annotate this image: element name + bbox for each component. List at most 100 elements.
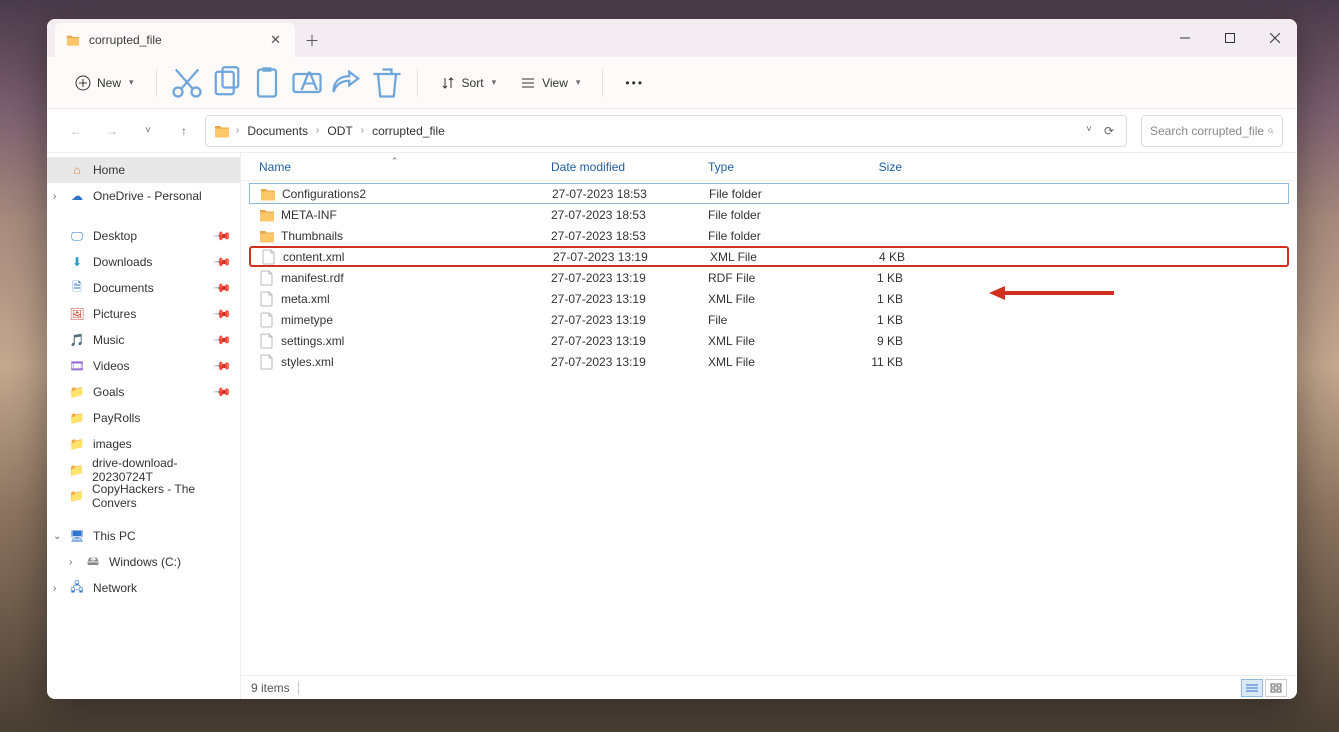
file-row[interactable]: Thumbnails 27-07-2023 18:53 File folder bbox=[249, 225, 1289, 246]
cell-name: META-INF bbox=[249, 207, 541, 223]
explorer-window: corrupted_file ✕ ＋ New ▾ A Sort ▾ bbox=[47, 19, 1297, 699]
sidebar-label: Desktop bbox=[93, 229, 137, 243]
recent-dropdown[interactable]: ˅ bbox=[133, 116, 163, 146]
address-dropdown[interactable]: ˅ bbox=[1082, 120, 1096, 142]
sidebar-label: Windows (C:) bbox=[109, 555, 181, 569]
sidebar-item-music[interactable]: 🎵Music📌 bbox=[47, 327, 240, 353]
share-icon bbox=[329, 65, 365, 101]
pin-icon: 📌 bbox=[212, 226, 232, 246]
column-type[interactable]: Type bbox=[698, 160, 828, 174]
minimize-button[interactable] bbox=[1162, 19, 1207, 57]
breadcrumb-item[interactable]: ODT bbox=[325, 122, 354, 140]
tab-close-button[interactable]: ✕ bbox=[266, 30, 285, 50]
sidebar-item-home[interactable]: ⌂ Home bbox=[47, 157, 240, 183]
chevron-right-icon: › bbox=[236, 125, 239, 136]
sidebar-item-desktop[interactable]: 🖵Desktop📌 bbox=[47, 223, 240, 249]
file-row[interactable]: meta.xml 27-07-2023 13:19 XML File 1 KB bbox=[249, 288, 1289, 309]
sidebar-item-windows-c[interactable]: › 🖴 Windows (C:) bbox=[47, 549, 240, 575]
cell-date: 27-07-2023 13:19 bbox=[543, 250, 700, 264]
up-button[interactable]: ↑ bbox=[169, 116, 199, 146]
view-button[interactable]: View ▾ bbox=[510, 69, 590, 97]
file-row[interactable]: styles.xml 27-07-2023 13:19 XML File 11 … bbox=[249, 351, 1289, 372]
cell-type: File folder bbox=[699, 187, 829, 201]
new-tab-button[interactable]: ＋ bbox=[295, 23, 329, 57]
cell-size: 1 KB bbox=[828, 292, 913, 306]
column-date[interactable]: Date modified bbox=[541, 160, 698, 174]
search-box[interactable]: ⌕ bbox=[1141, 115, 1283, 147]
thumbnails-view-button[interactable] bbox=[1265, 679, 1287, 697]
sidebar-item-payrolls[interactable]: 📁PayRolls bbox=[47, 405, 240, 431]
clipboard-icon bbox=[249, 65, 285, 101]
chevron-right-icon[interactable]: › bbox=[53, 191, 56, 202]
file-row[interactable]: META-INF 27-07-2023 18:53 File folder bbox=[249, 204, 1289, 225]
sidebar-item-downloads[interactable]: ⬇Downloads📌 bbox=[47, 249, 240, 275]
new-button[interactable]: New ▾ bbox=[65, 69, 144, 97]
sidebar-item-documents[interactable]: 🗎Documents📌 bbox=[47, 275, 240, 301]
drive-icon: 🖴 bbox=[85, 554, 101, 570]
sidebar-item-network[interactable]: › 🖧 Network bbox=[47, 575, 240, 601]
details-icon bbox=[1246, 683, 1258, 693]
sidebar-label: Goals bbox=[93, 385, 124, 399]
new-label: New bbox=[97, 76, 121, 90]
paste-button[interactable] bbox=[249, 65, 285, 101]
tab-current[interactable]: corrupted_file ✕ bbox=[55, 23, 295, 57]
cell-size: 11 KB bbox=[828, 355, 913, 369]
search-input[interactable] bbox=[1150, 124, 1267, 138]
address-bar[interactable]: › Documents › ODT › corrupted_file ˅ ⟳ bbox=[205, 115, 1127, 147]
file-row[interactable]: Configurations2 27-07-2023 18:53 File fo… bbox=[249, 183, 1289, 204]
cell-type: XML File bbox=[700, 250, 830, 264]
file-row[interactable]: manifest.rdf 27-07-2023 13:19 RDF File 1… bbox=[249, 267, 1289, 288]
folder-icon: 📁 bbox=[69, 436, 85, 452]
back-button[interactable]: ← bbox=[61, 116, 91, 146]
sidebar-label: Home bbox=[93, 163, 125, 177]
cell-type: File bbox=[698, 313, 828, 327]
sidebar-item-pictures[interactable]: 🖼Pictures📌 bbox=[47, 301, 240, 327]
file-row[interactable]: content.xml 27-07-2023 13:19 XML File 4 … bbox=[249, 246, 1289, 267]
chevron-right-icon[interactable]: › bbox=[69, 557, 72, 568]
cell-name: manifest.rdf bbox=[249, 270, 541, 286]
column-name[interactable]: Name⌃ bbox=[249, 160, 541, 174]
chevron-right-icon[interactable]: › bbox=[53, 583, 56, 594]
delete-button[interactable] bbox=[369, 65, 405, 101]
column-size[interactable]: Size bbox=[828, 160, 913, 174]
sidebar-item-drive-dl[interactable]: 📁drive-download-20230724T bbox=[47, 457, 240, 483]
svg-text:A: A bbox=[300, 65, 318, 95]
close-window-button[interactable] bbox=[1252, 19, 1297, 57]
copy-button[interactable] bbox=[209, 65, 245, 101]
rename-button[interactable]: A bbox=[289, 65, 325, 101]
details-view-button[interactable] bbox=[1241, 679, 1263, 697]
file-row[interactable]: settings.xml 27-07-2023 13:19 XML File 9… bbox=[249, 330, 1289, 351]
more-button[interactable]: ••• bbox=[615, 70, 654, 96]
cell-type: RDF File bbox=[698, 271, 828, 285]
sidebar-item-images[interactable]: 📁images bbox=[47, 431, 240, 457]
cut-button[interactable] bbox=[169, 65, 205, 101]
sidebar-label: OneDrive - Personal bbox=[93, 189, 202, 203]
sidebar-label: Music bbox=[93, 333, 124, 347]
file-icon bbox=[259, 312, 275, 328]
file-row[interactable]: mimetype 27-07-2023 13:19 File 1 KB bbox=[249, 309, 1289, 330]
maximize-button[interactable] bbox=[1207, 19, 1252, 57]
trash-icon bbox=[369, 65, 405, 101]
breadcrumb-item[interactable]: Documents bbox=[245, 122, 310, 140]
sort-button[interactable]: Sort ▾ bbox=[430, 69, 507, 97]
file-list[interactable]: Configurations2 27-07-2023 18:53 File fo… bbox=[241, 181, 1297, 675]
cell-name: Thumbnails bbox=[249, 228, 541, 244]
chevron-down-icon[interactable]: ⌄ bbox=[53, 531, 61, 542]
sidebar-item-videos[interactable]: 🎞Videos📌 bbox=[47, 353, 240, 379]
folder-icon: 🎵 bbox=[69, 332, 85, 348]
sidebar-item-onedrive[interactable]: › ☁ OneDrive - Personal bbox=[47, 183, 240, 209]
forward-button[interactable]: → bbox=[97, 116, 127, 146]
cell-date: 27-07-2023 13:19 bbox=[541, 292, 698, 306]
folder-icon bbox=[259, 207, 275, 223]
sidebar-item-copyhackers[interactable]: 📁CopyHackers - The Convers bbox=[47, 483, 240, 509]
view-label: View bbox=[542, 76, 568, 90]
cell-date: 27-07-2023 13:19 bbox=[541, 313, 698, 327]
sidebar-item-goals[interactable]: 📁Goals📌 bbox=[47, 379, 240, 405]
file-icon bbox=[259, 354, 275, 370]
pin-icon: 📌 bbox=[212, 252, 232, 272]
share-button[interactable] bbox=[329, 65, 365, 101]
breadcrumb-item[interactable]: corrupted_file bbox=[370, 122, 447, 140]
refresh-button[interactable]: ⟳ bbox=[1100, 120, 1118, 142]
cell-name: mimetype bbox=[249, 312, 541, 328]
sidebar-item-thispc[interactable]: ⌄ 🖥 This PC bbox=[47, 523, 240, 549]
